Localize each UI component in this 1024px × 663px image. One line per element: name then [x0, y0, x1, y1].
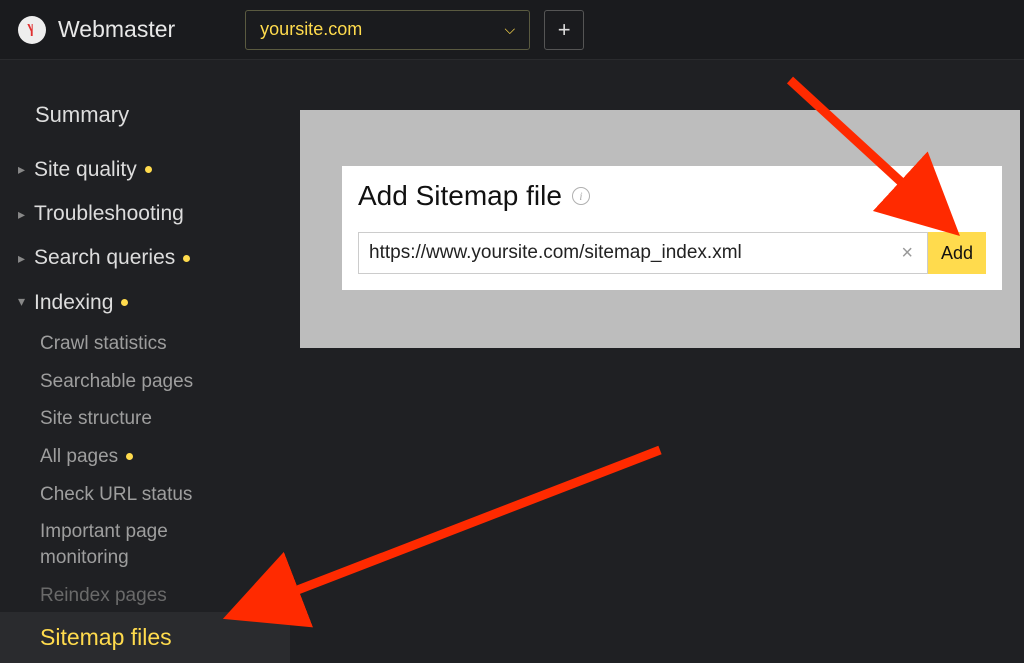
clear-input-icon[interactable]: × — [895, 242, 919, 265]
sidebar-item-label: Site quality — [34, 156, 137, 184]
sidebar-item-label: Crawl statistics — [40, 331, 167, 357]
chevron-down-icon: ⌵ — [505, 21, 516, 38]
sidebar-sub-reindex-pages[interactable]: Reindex pages — [0, 577, 290, 615]
yandex-logo[interactable] — [18, 16, 46, 44]
sidebar-item-label: Reindex pages — [40, 583, 167, 609]
add-button[interactable]: Add — [928, 232, 986, 274]
sidebar-sub-all-pages[interactable]: All pages — [0, 438, 290, 476]
caret-right-icon: ▸ — [18, 160, 28, 179]
plus-icon: + — [558, 17, 571, 43]
add-site-button[interactable]: + — [544, 10, 584, 50]
caret-right-icon: ▸ — [18, 249, 28, 268]
sidebar-sub-searchable-pages[interactable]: Searchable pages — [0, 363, 290, 401]
sidebar-sub-site-structure[interactable]: Site structure — [0, 400, 290, 438]
sidebar-item-label: Site structure — [40, 406, 152, 432]
sitemap-input-row: × Add — [358, 232, 986, 274]
sidebar-item-label: Troubleshooting — [34, 200, 184, 228]
sidebar-sub-important-page-monitoring[interactable]: Important page monitoring — [0, 513, 290, 576]
sidebar-sub-crawl-statistics[interactable]: Crawl statistics — [0, 325, 290, 363]
sidebar-item-search-queries[interactable]: ▸ Search queries — [0, 236, 290, 280]
status-dot-icon — [121, 299, 128, 306]
sidebar-item-label: Summary — [35, 100, 129, 130]
info-icon[interactable]: i — [572, 187, 590, 205]
sidebar-item-summary[interactable]: Summary — [0, 92, 290, 138]
sidebar: Summary ▸ Site quality ▸ Troubleshooting… — [0, 80, 290, 663]
status-dot-icon — [145, 166, 152, 173]
status-dot-icon — [126, 453, 133, 460]
header-bar: Webmaster yoursite.com ⌵ + — [0, 0, 1024, 60]
url-input-wrapper: × — [358, 232, 928, 274]
sidebar-item-label: Important page monitoring — [40, 519, 250, 570]
sidebar-item-label: Searchable pages — [40, 369, 193, 395]
caret-right-icon: ▸ — [18, 205, 28, 224]
add-sitemap-card: Add Sitemap file i × Add — [342, 166, 1002, 290]
sidebar-item-label: Indexing — [34, 289, 113, 317]
sidebar-item-label: Sitemap files — [40, 622, 172, 653]
sidebar-item-label: Check URL status — [40, 482, 192, 508]
site-selector[interactable]: yoursite.com ⌵ — [245, 10, 530, 50]
add-button-label: Add — [941, 243, 973, 264]
card-title-row: Add Sitemap file i — [358, 180, 986, 212]
sidebar-sub-sitemap-files[interactable]: Sitemap files — [0, 612, 290, 663]
sitemap-url-input[interactable] — [369, 242, 895, 264]
card-title: Add Sitemap file — [358, 180, 562, 212]
sidebar-item-label: Search queries — [34, 244, 175, 272]
caret-down-icon: ▾ — [18, 292, 28, 311]
status-dot-icon — [183, 255, 190, 262]
sidebar-item-label: All pages — [40, 444, 118, 470]
site-selector-value: yoursite.com — [260, 19, 362, 40]
sidebar-item-indexing[interactable]: ▾ Indexing — [0, 281, 290, 325]
sidebar-sub-check-url-status[interactable]: Check URL status — [0, 476, 290, 514]
brand-title: Webmaster — [58, 16, 175, 43]
sidebar-item-troubleshooting[interactable]: ▸ Troubleshooting — [0, 192, 290, 236]
sidebar-item-site-quality[interactable]: ▸ Site quality — [0, 148, 290, 192]
main-panel: Add Sitemap file i × Add — [300, 110, 1020, 348]
